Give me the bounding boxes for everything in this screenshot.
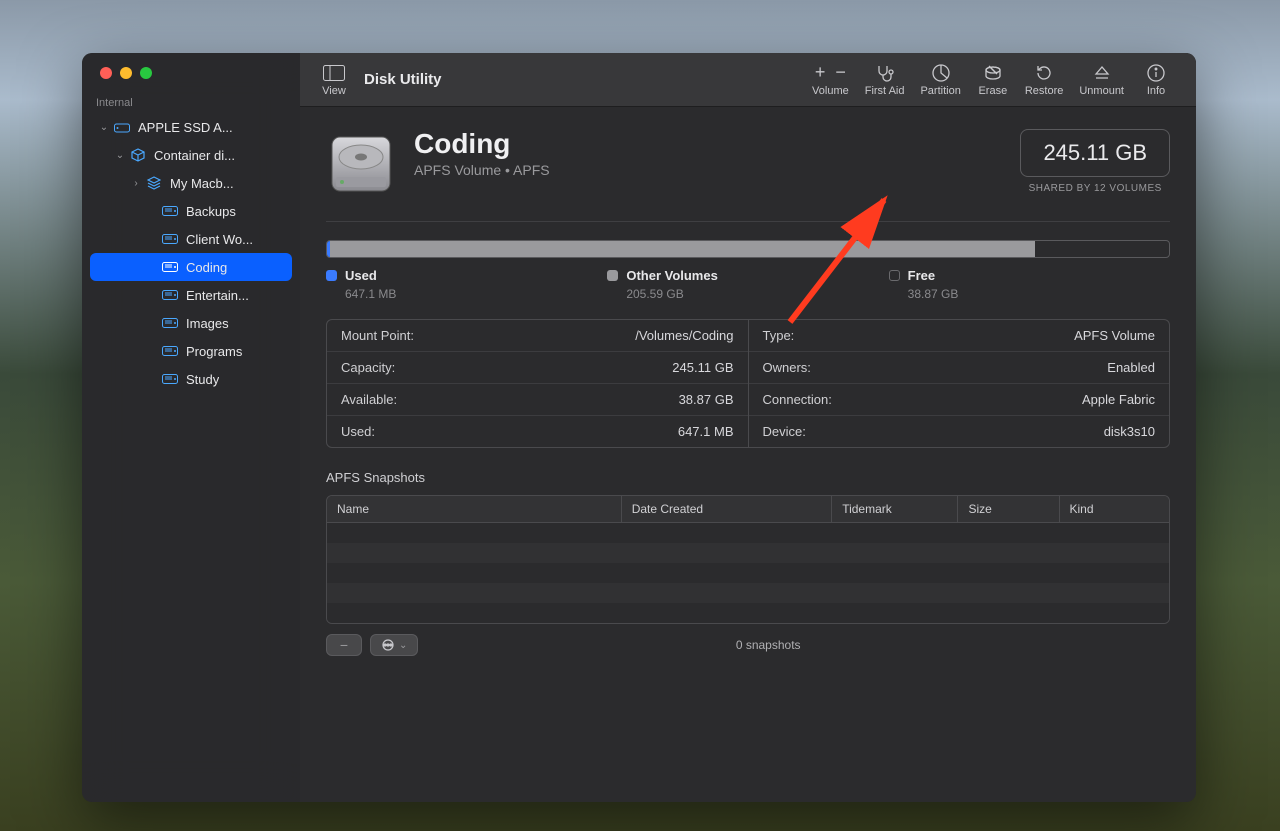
main-pane: ⌄ View Disk Utility +− Volume First Aid … bbox=[300, 53, 1196, 802]
info-row: Owners:Enabled bbox=[749, 352, 1170, 384]
volume-name: Coding bbox=[414, 129, 550, 160]
vol-icon bbox=[160, 318, 180, 328]
legend-free: Free 38.87 GB bbox=[889, 268, 1170, 301]
vol-icon bbox=[160, 290, 180, 300]
total-size: 245.11 GB bbox=[1020, 129, 1170, 177]
restore-icon bbox=[1035, 63, 1053, 83]
sidebar-item-study[interactable]: Study bbox=[82, 365, 300, 393]
legend-used: Used 647.1 MB bbox=[326, 268, 607, 301]
info-row: Connection:Apple Fabric bbox=[749, 384, 1170, 416]
toolbar: ⌄ View Disk Utility +− Volume First Aid … bbox=[300, 53, 1196, 107]
sidebar-item-my-macb-[interactable]: ›My Macb... bbox=[82, 169, 300, 197]
info-row: Type:APFS Volume bbox=[749, 320, 1170, 352]
column-kind[interactable]: Kind bbox=[1060, 496, 1169, 522]
info-row: Capacity:245.11 GB bbox=[327, 352, 748, 384]
info-button[interactable]: Info bbox=[1132, 53, 1180, 106]
sidebar-item-images[interactable]: Images bbox=[82, 309, 300, 337]
volume-icon bbox=[326, 129, 396, 199]
minus-icon: − bbox=[835, 62, 846, 83]
zoom-button[interactable] bbox=[140, 67, 152, 79]
info-box: Mount Point:/Volumes/CodingCapacity:245.… bbox=[326, 319, 1170, 448]
sidebar-item-programs[interactable]: Programs bbox=[82, 337, 300, 365]
sidebar-item-container-di-[interactable]: ⌄Container di... bbox=[82, 141, 300, 169]
hdd-icon bbox=[112, 121, 132, 133]
stethoscope-icon bbox=[875, 63, 895, 83]
snapshots-title: APFS Snapshots bbox=[326, 470, 1170, 485]
column-date-created[interactable]: Date Created bbox=[622, 496, 833, 522]
stack-icon bbox=[144, 176, 164, 190]
sidebar-item-client-wo-[interactable]: Client Wo... bbox=[82, 225, 300, 253]
remove-snapshot-button[interactable]: − bbox=[326, 634, 362, 656]
plus-icon: + bbox=[815, 62, 826, 83]
column-size[interactable]: Size bbox=[958, 496, 1059, 522]
column-tidemark[interactable]: Tidemark bbox=[832, 496, 958, 522]
app-title: Disk Utility bbox=[364, 71, 442, 88]
shared-note: SHARED BY 12 VOLUMES bbox=[1020, 183, 1170, 194]
volume-button[interactable]: +− Volume bbox=[804, 53, 857, 106]
snapshot-count: 0 snapshots bbox=[396, 638, 1140, 652]
erase-button[interactable]: Erase bbox=[969, 53, 1017, 106]
cube-icon bbox=[128, 148, 148, 162]
first-aid-button[interactable]: First Aid bbox=[857, 53, 913, 106]
window-controls bbox=[82, 67, 300, 97]
sidebar-section-label: Internal bbox=[82, 97, 300, 113]
vol-icon bbox=[160, 262, 180, 272]
vol-icon bbox=[160, 346, 180, 356]
sidebar-icon: ⌄ bbox=[323, 63, 345, 83]
sidebar-item-entertain-[interactable]: Entertain... bbox=[82, 281, 300, 309]
sidebar-item-coding[interactable]: Coding bbox=[90, 253, 292, 281]
snapshots-table: NameDate CreatedTidemarkSizeKind bbox=[326, 495, 1170, 624]
column-name[interactable]: Name bbox=[327, 496, 622, 522]
unmount-button[interactable]: Unmount bbox=[1071, 53, 1132, 106]
restore-button[interactable]: Restore bbox=[1017, 53, 1072, 106]
disk-utility-window: Internal ⌄APPLE SSD A...⌄Container di...… bbox=[82, 53, 1196, 802]
erase-icon bbox=[983, 63, 1003, 83]
minimize-button[interactable] bbox=[120, 67, 132, 79]
info-row: Used:647.1 MB bbox=[327, 416, 748, 447]
volume-subtitle: APFS Volume • APFS bbox=[414, 162, 550, 178]
close-button[interactable] bbox=[100, 67, 112, 79]
eject-icon bbox=[1094, 63, 1110, 83]
info-icon bbox=[1147, 63, 1165, 83]
info-row: Device:disk3s10 bbox=[749, 416, 1170, 447]
vol-icon bbox=[160, 234, 180, 244]
sidebar: Internal ⌄APPLE SSD A...⌄Container di...… bbox=[82, 53, 300, 802]
sidebar-item-backups[interactable]: Backups bbox=[82, 197, 300, 225]
sidebar-tree: ⌄APPLE SSD A...⌄Container di...›My Macb.… bbox=[82, 113, 300, 393]
vol-icon bbox=[160, 206, 180, 216]
vol-icon bbox=[160, 374, 180, 384]
info-row: Mount Point:/Volumes/Coding bbox=[327, 320, 748, 352]
pie-icon bbox=[932, 63, 950, 83]
legend-other: Other Volumes 205.59 GB bbox=[607, 268, 888, 301]
usage-bar bbox=[326, 240, 1170, 258]
annotation-arrow bbox=[780, 192, 900, 332]
info-row: Available:38.87 GB bbox=[327, 384, 748, 416]
sidebar-item-apple-ssd-a-[interactable]: ⌄APPLE SSD A... bbox=[82, 113, 300, 141]
partition-button[interactable]: Partition bbox=[912, 53, 968, 106]
view-button[interactable]: ⌄ View bbox=[310, 53, 358, 106]
